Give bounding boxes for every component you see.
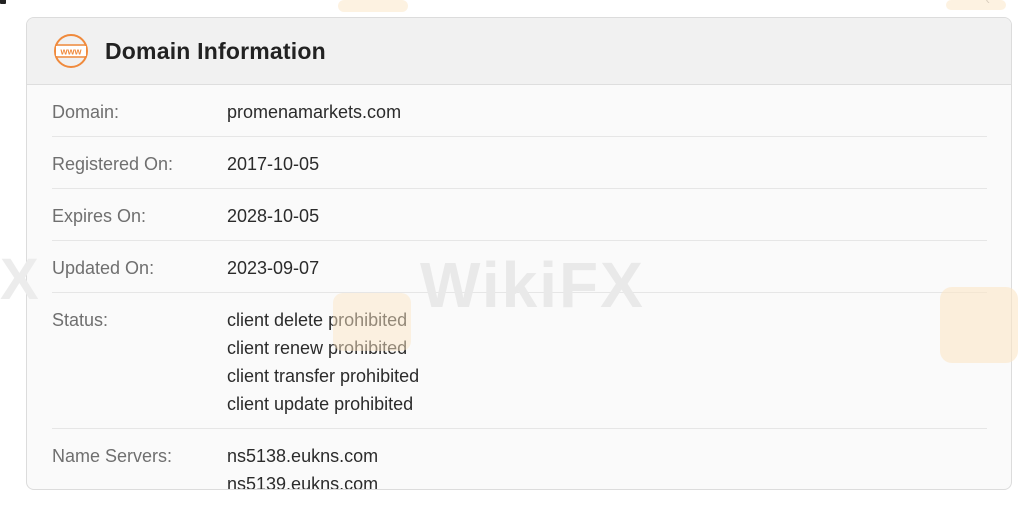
info-row-label: Expires On: [52,206,147,226]
watermark-logo-top-right [946,0,1006,10]
info-row-values: 2028-10-05 [227,202,319,230]
watermark-fragment: X [0,247,39,312]
card-header: www Domain Information [27,18,1011,85]
card-title: Domain Information [105,37,326,64]
info-row-values: 2017-10-05 [227,150,319,178]
watermark-logo-right [940,287,1018,363]
info-row: Expires On: 2028-10-05 [52,189,987,241]
svg-text:www: www [59,47,82,57]
info-row-label: Domain: [52,102,120,122]
info-row-value: client update prohibited [227,394,414,414]
info-row-value: ns5139.eukns.com [227,474,379,490]
domain-info-list: Domain: promenamarkets.com Registered On: 2… [27,85,1011,490]
info-row-value: 2028-10-05 [227,206,320,226]
info-row-value: 2023-09-07 [227,258,320,278]
info-row-values: 2023-09-07 [227,254,319,282]
info-row-value: ns5138.eukns.com [227,446,379,466]
info-row: Domain: promenamarkets.com [52,85,987,137]
top-edge: ‹ [0,0,1020,16]
info-row-values: ns5138.eukns.com ns5139.eukns.com [227,442,379,490]
watermark-logo [333,293,411,351]
info-row-value: client transfer prohibited [227,366,420,386]
www-globe-icon: www [54,34,88,68]
info-row-value: 2017-10-05 [227,154,320,174]
info-row: Status: client delete prohibited client re… [52,293,987,429]
info-row: Registered On: 2017-10-05 [52,137,987,189]
domain-info-card: www Domain Information Domain: promenamar… [26,17,1012,490]
info-row: Name Servers: ns5138.eukns.com ns5139.eukn… [52,429,987,490]
info-row-label: Status: [52,310,109,330]
watermark-logo-top [338,0,408,12]
info-row: Updated On: 2023-09-07 [52,241,987,293]
info-row-values: promenamarkets.com [227,98,401,126]
cropped-heading-mark [0,0,6,4]
info-row-label: Updated On: [52,258,155,278]
info-row-value: promenamarkets.com [227,102,402,122]
info-row-label: Registered On: [52,154,174,174]
info-row-label: Name Servers: [52,446,173,466]
